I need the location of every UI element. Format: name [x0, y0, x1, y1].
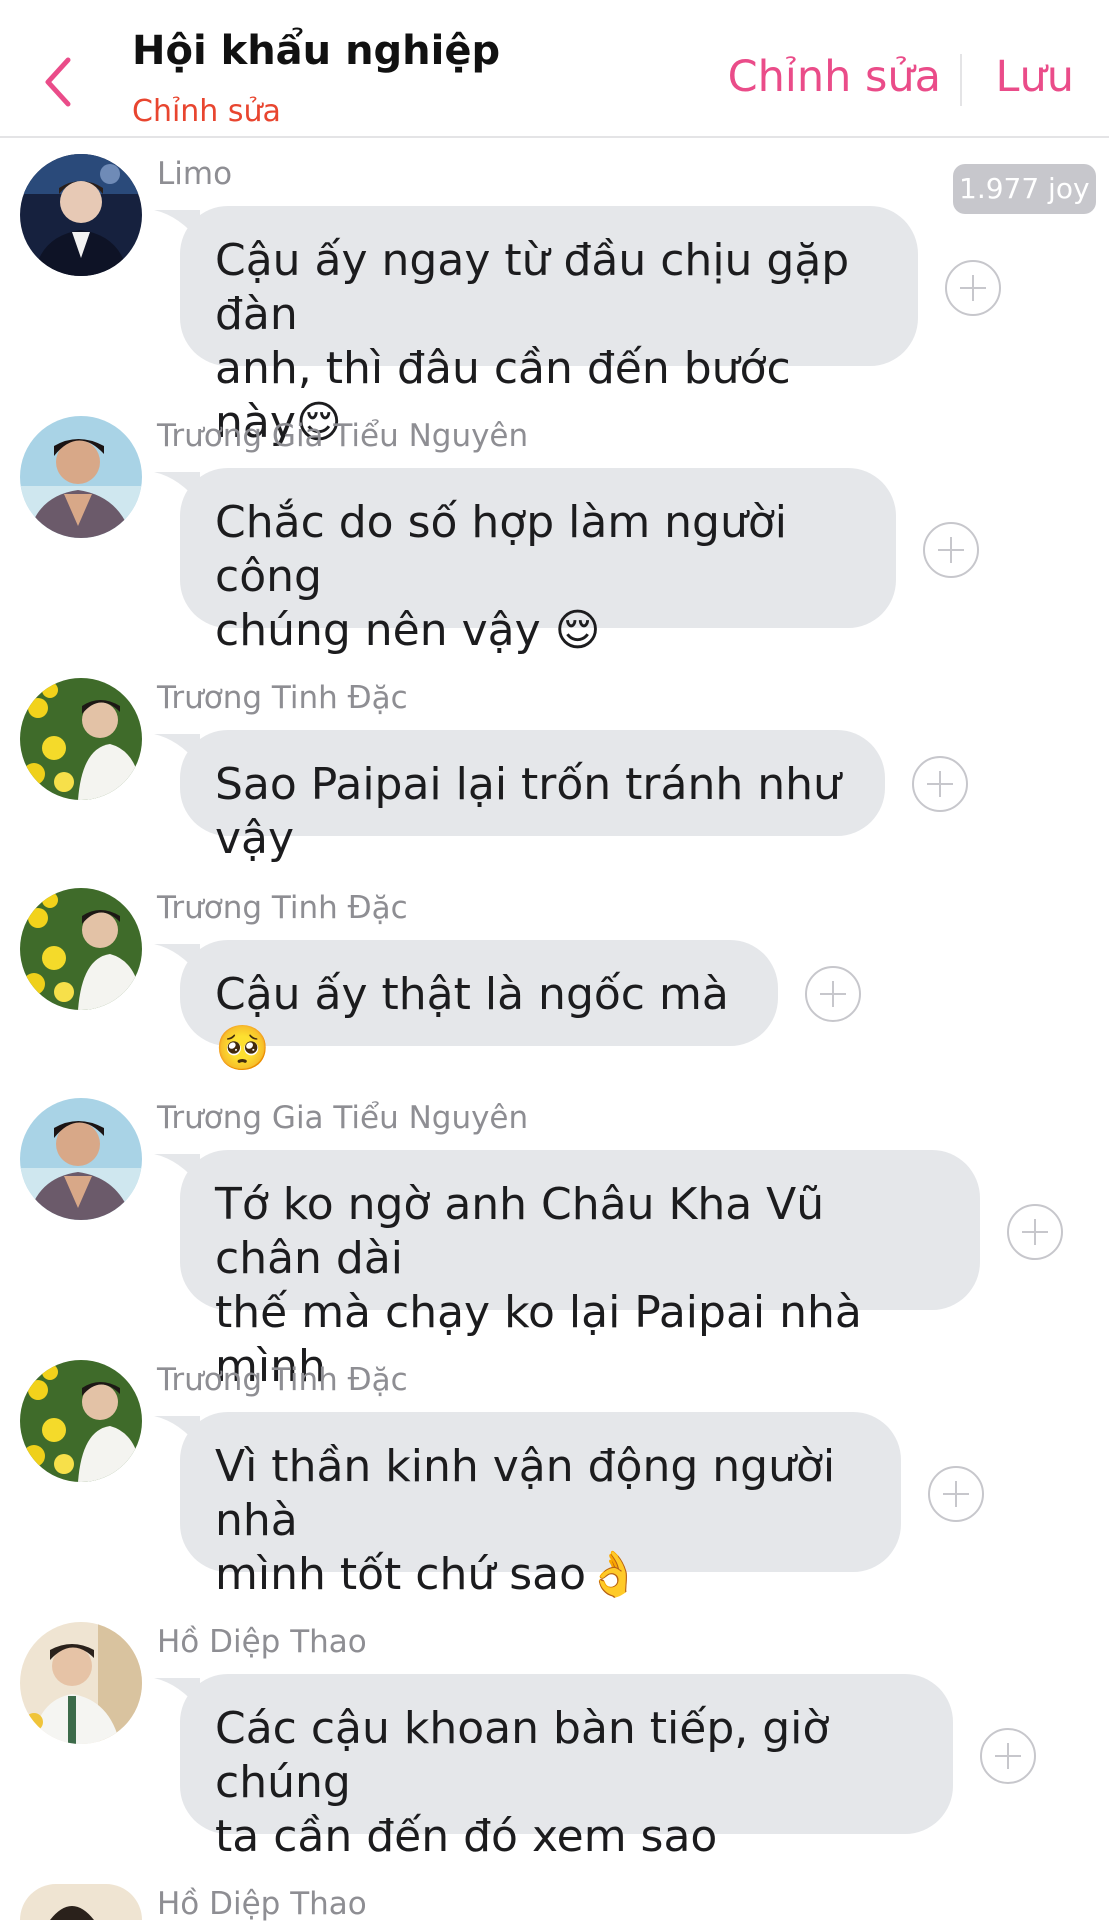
avatar[interactable]	[20, 1098, 142, 1220]
message-bubble: Cậu ấy thật là ngốc mà 🥺	[180, 940, 778, 1074]
avatar[interactable]	[20, 1884, 142, 1920]
message-item: Limo Cậu ấy ngay từ đầu chịu gặp đàn anh…	[0, 154, 1109, 448]
message-bubble: Sao Paipai lại trốn tránh như vậy	[180, 730, 885, 864]
sender-name: Hồ Diệp Thao	[157, 1624, 367, 1660]
page-title: Hội khẩu nghiệp	[132, 28, 501, 74]
message-bubble: Chắc do số hợp làm người công chúng nên …	[180, 468, 896, 656]
avatar[interactable]	[20, 678, 142, 800]
chat-header: Hội khẩu nghiệp Chỉnh sửa Chỉnh sửa Lưu	[0, 0, 1109, 138]
add-reaction-button[interactable]	[980, 1728, 1036, 1784]
add-reaction-button[interactable]	[945, 260, 1001, 316]
save-button[interactable]: Lưu	[996, 52, 1074, 102]
message-line: chúng nên vậy 😌	[215, 605, 601, 656]
message-bubble: Tớ ko ngờ anh Châu Kha Vũ chân dài thế m…	[180, 1150, 980, 1392]
message-line: ta cần đến đó xem sao	[215, 1811, 718, 1862]
sender-name: Limo	[157, 156, 233, 192]
add-reaction-button[interactable]	[1007, 1204, 1063, 1260]
message-item: Hồ Diệp Thao	[0, 1884, 1109, 1922]
message-line: Sao Paipai lại trốn tránh như vậy	[215, 759, 841, 864]
message-bubble: Cậu ấy ngay từ đầu chịu gặp đàn anh, thì…	[180, 206, 918, 448]
avatar[interactable]	[20, 888, 142, 1010]
sender-name: Trương Gia Tiểu Nguyên	[157, 418, 529, 454]
header-divider	[960, 54, 962, 106]
message-item: Trương Tinh Đặc Vì thần kinh vận động ng…	[0, 1360, 1109, 1600]
message-line: mình tốt chứ sao👌	[215, 1549, 641, 1600]
edit-button[interactable]: Chỉnh sửa	[728, 52, 941, 102]
message-item: Trương Tinh Đặc Cậu ấy thật là ngốc mà 🥺	[0, 888, 1109, 1074]
add-reaction-button[interactable]	[923, 522, 979, 578]
back-button[interactable]	[38, 52, 82, 112]
message-item: Trương Gia Tiểu Nguyên Chắc do số hợp là…	[0, 416, 1109, 656]
avatar[interactable]	[20, 154, 142, 276]
sender-name: Trương Tinh Đặc	[157, 1362, 408, 1398]
sender-name: Trương Tinh Đặc	[157, 680, 408, 716]
message-line: Vì thần kinh vận động người nhà	[215, 1441, 836, 1546]
message-item: Trương Gia Tiểu Nguyên Tớ ko ngờ anh Châ…	[0, 1098, 1109, 1392]
add-reaction-button[interactable]	[912, 756, 968, 812]
add-reaction-button[interactable]	[805, 966, 861, 1022]
message-line: Chắc do số hợp làm người công	[215, 497, 788, 602]
message-line: Tớ ko ngờ anh Châu Kha Vũ chân dài	[215, 1179, 825, 1284]
chevron-left-icon	[45, 57, 71, 107]
message-line: Các cậu khoan bàn tiếp, giờ chúng	[215, 1703, 830, 1808]
sender-name: Hồ Diệp Thao	[157, 1886, 367, 1922]
message-bubble: Vì thần kinh vận động người nhà mình tốt…	[180, 1412, 901, 1600]
avatar[interactable]	[20, 416, 142, 538]
message-bubble: Các cậu khoan bàn tiếp, giờ chúng ta cần…	[180, 1674, 953, 1862]
avatar[interactable]	[20, 1622, 142, 1744]
add-reaction-button[interactable]	[928, 1466, 984, 1522]
sender-name: Trương Tinh Đặc	[157, 890, 408, 926]
page-subtitle: Chỉnh sửa	[132, 94, 281, 129]
message-item: Trương Tinh Đặc Sao Paipai lại trốn trán…	[0, 678, 1109, 864]
message-line: Cậu ấy ngay từ đầu chịu gặp đàn	[215, 235, 850, 340]
message-line: Cậu ấy thật là ngốc mà 🥺	[215, 969, 729, 1074]
avatar[interactable]	[20, 1360, 142, 1482]
message-item: Hồ Diệp Thao Các cậu khoan bàn tiếp, giờ…	[0, 1622, 1109, 1862]
sender-name: Trương Gia Tiểu Nguyên	[157, 1100, 529, 1136]
